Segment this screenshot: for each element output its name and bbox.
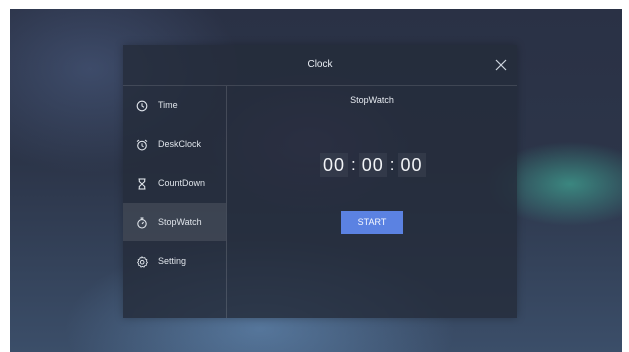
sidebar-item-deskclock[interactable]: DeskClock bbox=[123, 125, 226, 163]
window-title: Clock bbox=[307, 59, 333, 70]
sidebar-item-label: Time bbox=[158, 100, 178, 110]
stopwatch-panel: StopWatch 00 : 00 : 00 START bbox=[227, 86, 517, 318]
sidebar-item-stopwatch[interactable]: StopWatch bbox=[123, 203, 226, 241]
panel-title: StopWatch bbox=[350, 95, 394, 105]
sidebar-item-time[interactable]: Time bbox=[123, 86, 226, 124]
sidebar-item-label: CountDown bbox=[158, 178, 206, 188]
close-icon bbox=[495, 59, 507, 71]
sidebar-item-label: Setting bbox=[158, 256, 187, 266]
sidebar-item-setting[interactable]: Setting bbox=[123, 242, 226, 280]
sidebar-item-label: StopWatch bbox=[158, 217, 202, 227]
minutes-value: 00 bbox=[358, 153, 387, 177]
clock-dialog: Clock Time DeskClock CountDown StopWatch… bbox=[123, 45, 517, 318]
sidebar-item-label: DeskClock bbox=[158, 139, 202, 149]
close-button[interactable] bbox=[493, 57, 509, 73]
alarm-clock-icon bbox=[136, 138, 148, 151]
start-button[interactable]: START bbox=[341, 211, 403, 234]
seconds-value: 00 bbox=[397, 153, 426, 177]
title-bar: Clock bbox=[123, 45, 517, 86]
desktop-background: Clock Time DeskClock CountDown StopWatch… bbox=[10, 9, 622, 352]
sidebar-item-countdown[interactable]: CountDown bbox=[123, 164, 226, 202]
stopwatch-icon bbox=[136, 216, 148, 229]
time-separator: : bbox=[351, 155, 356, 174]
sidebar: Time DeskClock CountDown StopWatch Setti… bbox=[123, 86, 227, 318]
time-separator: : bbox=[389, 155, 395, 174]
hours-value: 00 bbox=[320, 153, 349, 177]
settings-icon bbox=[136, 255, 148, 268]
stopwatch-display: 00 : 00 : 00 bbox=[320, 151, 426, 179]
hourglass-icon bbox=[136, 177, 148, 190]
clock-icon bbox=[136, 99, 148, 112]
